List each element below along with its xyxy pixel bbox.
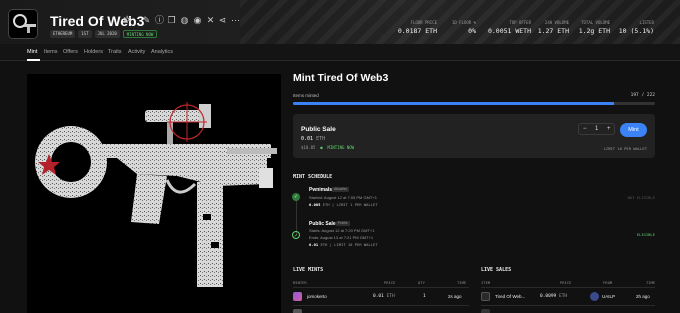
collection-header: Tired Of Web3 ✲ ✎ ⓘ ❐ ◍ ◉ ✕ ⋖ ⋯ ETHEREUM… bbox=[0, 0, 680, 44]
info-icon[interactable]: ⓘ bbox=[154, 15, 165, 26]
sale-from[interactable]: UAILP bbox=[602, 294, 615, 299]
tab-items[interactable]: Items bbox=[44, 49, 57, 55]
x-icon[interactable]: ✕ bbox=[205, 15, 216, 26]
mint-schedule-title: MINT SCHEDULE bbox=[293, 174, 333, 180]
phase-start: Started: August 12 at 7:05 PM GMT+1 bbox=[309, 195, 377, 200]
col-minter: MINTER bbox=[293, 280, 307, 285]
phase-eligibility: NOT ELIGIBLE bbox=[627, 195, 655, 200]
public-sale-card: Public Sale 0.01 ETH $18.85 ● MINTING NO… bbox=[293, 114, 655, 158]
table-divider bbox=[293, 305, 469, 306]
col-price: PRICE bbox=[384, 280, 396, 285]
chain-badge: ETHEREUM bbox=[50, 30, 76, 38]
stat-floor-price: FLOOR PRICE 0.0187 ETH bbox=[397, 20, 437, 35]
collection-tabs: Mint Items Offers Holders Traits Activit… bbox=[0, 44, 680, 61]
table-divider bbox=[293, 287, 469, 288]
avatar bbox=[481, 309, 490, 313]
quantity-value: 1 bbox=[595, 126, 599, 132]
decrement-button[interactable]: − bbox=[583, 126, 587, 132]
col-time: TIME bbox=[457, 280, 467, 285]
check-icon: ✓ bbox=[292, 193, 300, 201]
phase-name: Pwnimals bbox=[309, 187, 333, 193]
sale-price: 0.01 ETH bbox=[301, 136, 326, 142]
stat-24h-volume: 24H VOLUME 1.27 ETH bbox=[537, 20, 569, 35]
col-item: ITEM bbox=[481, 280, 491, 285]
mint-qty: 1 bbox=[423, 294, 426, 299]
phase-start: Starts: August 12 at 7:20 PM GMT+1 bbox=[309, 228, 375, 233]
collection-artwork bbox=[27, 74, 281, 313]
sale-usd: $18.85 ● MINTING NOW bbox=[301, 145, 355, 150]
live-dot-icon: ● bbox=[317, 145, 326, 150]
tab-activity[interactable]: Activity bbox=[128, 49, 145, 55]
avatar bbox=[481, 292, 490, 301]
tab-holders[interactable]: Holders bbox=[84, 49, 103, 55]
mint-title: Mint Tired Of Web3 bbox=[293, 72, 389, 84]
col-from: FROM bbox=[603, 280, 613, 285]
collection-logo bbox=[8, 9, 38, 39]
rank-badge: 1ST bbox=[78, 30, 92, 38]
copy-icon[interactable]: ❐ bbox=[166, 15, 177, 26]
avatar bbox=[293, 292, 302, 301]
check-icon: ✓ bbox=[292, 231, 300, 239]
mint-price: 0.01 ETH bbox=[373, 294, 395, 299]
stat-listed: LISTED 10 (5.1%) bbox=[618, 20, 654, 35]
avatar bbox=[293, 309, 302, 313]
phase-price: 0.005 ETH | LIMIT 1 PER WALLET bbox=[309, 202, 378, 207]
items-minted-count: 197 / 222 bbox=[630, 93, 655, 98]
stats-bar: FLOOR PRICE 0.0187 ETH 1D FLOOR % 0% TOP… bbox=[395, 20, 654, 35]
live-mints-title: LIVE MINTS bbox=[293, 267, 324, 273]
tab-mint[interactable]: Mint bbox=[27, 49, 37, 55]
stat-top-offer: TOP OFFER 0.0051 WETH bbox=[487, 20, 531, 35]
collection-badges: ETHEREUM 1ST JUL 2020 MINTING NOW bbox=[50, 30, 158, 38]
mint-progress-bar bbox=[293, 102, 655, 105]
tab-traits[interactable]: Traits bbox=[108, 49, 122, 55]
quantity-stepper[interactable]: − 1 + bbox=[578, 123, 615, 135]
increment-button[interactable]: + bbox=[607, 126, 611, 132]
sale-time: 2h ago bbox=[636, 294, 650, 299]
wallet-limit-note: LIMIT 10 PER WALLET bbox=[603, 146, 647, 151]
schedule-timeline bbox=[296, 196, 297, 236]
discord-icon[interactable]: ◉ bbox=[192, 15, 203, 26]
phase-badge: Public bbox=[336, 221, 350, 226]
sale-title: Public Sale bbox=[301, 126, 336, 133]
table-divider bbox=[481, 287, 655, 288]
table-divider bbox=[481, 305, 655, 306]
minter-name[interactable]: jomokerto bbox=[307, 294, 327, 299]
date-badge: JUL 2020 bbox=[94, 30, 120, 38]
phase-eligibility: ELIGIBLE bbox=[636, 232, 655, 237]
more-icon[interactable]: ⋯ bbox=[230, 15, 241, 26]
col-price: PRICE bbox=[560, 280, 572, 285]
col-qty: QTY bbox=[418, 280, 425, 285]
sale-item[interactable]: Tired Of Web... bbox=[495, 294, 525, 299]
stat-1d-floor: 1D FLOOR % 0% bbox=[451, 20, 476, 35]
phase-end: Ends: August 13 at 7:21 PM GMT+1 bbox=[309, 235, 374, 240]
edit-icon[interactable]: ✎ bbox=[141, 15, 152, 26]
col-time: TIME bbox=[646, 280, 656, 285]
stat-total-volume: TOTAL VOLUME 1.2g ETH bbox=[578, 20, 610, 35]
globe-icon[interactable]: ◍ bbox=[179, 15, 190, 26]
phase-price: 0.01 ETH | LIMIT 10 PER WALLET bbox=[309, 242, 378, 247]
verified-star-icon: ✲ bbox=[123, 15, 132, 26]
avatar bbox=[590, 292, 599, 301]
tab-analytics[interactable]: Analytics bbox=[151, 49, 173, 55]
mint-progress-fill bbox=[293, 102, 615, 105]
phase-badge: Allowlist bbox=[332, 187, 349, 192]
mint-button[interactable]: Mint bbox=[620, 123, 647, 137]
mint-time: 2s ago bbox=[448, 294, 462, 299]
minting-badge: MINTING NOW bbox=[122, 30, 158, 38]
items-minted-label: Items minted bbox=[293, 93, 319, 98]
live-sales-title: LIVE SALES bbox=[481, 267, 512, 273]
sale-row-price: 0.0099 ETH bbox=[540, 294, 568, 299]
tab-offers[interactable]: Offers bbox=[63, 49, 78, 55]
share-icon[interactable]: ⋖ bbox=[217, 15, 228, 26]
phase-name: Public Sale bbox=[309, 221, 336, 227]
active-tab-indicator bbox=[27, 59, 40, 61]
